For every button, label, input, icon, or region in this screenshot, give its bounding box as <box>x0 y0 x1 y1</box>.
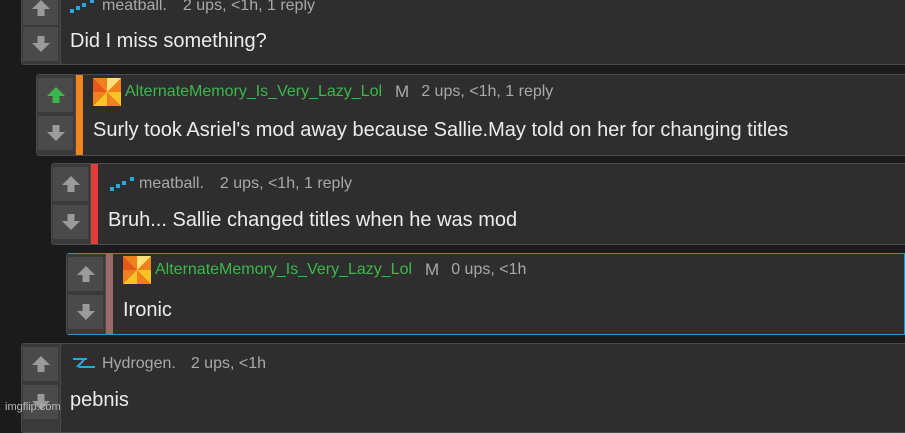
pixel-dots-icon <box>108 174 136 194</box>
arrow-up-icon <box>76 264 96 284</box>
thread-stripe <box>76 75 83 155</box>
downvote-button[interactable] <box>68 295 103 329</box>
mod-badge: M <box>425 260 440 279</box>
comment-author[interactable]: AlternateMemory_Is_Very_Lazy_Lol <box>155 261 412 279</box>
comment-meta: AlternateMemory_Is_Very_Lazy_Lol M 0 ups… <box>123 259 526 281</box>
pinwheel-icon <box>123 256 151 284</box>
comment-author[interactable]: meatball. <box>102 0 167 15</box>
vote-column <box>52 164 91 244</box>
arrow-up-icon <box>61 174 81 194</box>
downvote-button[interactable] <box>53 205 88 239</box>
comment-author[interactable]: AlternateMemory_Is_Very_Lazy_Lol <box>125 83 382 101</box>
arrow-down-icon <box>46 123 66 143</box>
comment-meta: meatball. 2 ups, <1h, 1 reply <box>108 173 352 195</box>
hydrogen-symbol-icon <box>70 354 98 374</box>
comment-stats: 2 ups, <1h, 1 reply <box>421 83 554 100</box>
arrow-down-icon <box>31 34 51 54</box>
pixel-dots-icon <box>68 0 96 16</box>
arrow-up-icon <box>31 0 51 18</box>
comment-meta: meatball. 2 ups, <1h, 1 reply <box>68 0 315 17</box>
vote-column <box>67 254 106 334</box>
arrow-up-icon <box>46 85 66 105</box>
comment-card: AlternateMemory_Is_Very_Lazy_Lol M 2 ups… <box>36 74 905 156</box>
pinwheel-icon <box>93 78 121 106</box>
upvote-button[interactable] <box>23 347 58 381</box>
comment-meta: Hydrogen. 2 ups, <1h <box>70 353 266 375</box>
upvote-button[interactable] <box>23 0 58 25</box>
comment-text: Surly took Asriel's mod away because Sal… <box>93 119 789 141</box>
mod-badge: M <box>395 82 410 101</box>
comment-text: Did I miss something? <box>70 30 267 52</box>
upvote-button[interactable] <box>53 167 88 201</box>
thread-stripe <box>106 254 113 334</box>
arrow-up-icon <box>31 354 51 374</box>
comment-author[interactable]: Hydrogen. <box>102 355 176 373</box>
comment-stats: 2 ups, <1h <box>190 355 266 372</box>
comment-card: AlternateMemory_Is_Very_Lazy_Lol M 0 ups… <box>66 253 905 335</box>
vote-column <box>22 0 61 64</box>
downvote-button[interactable] <box>23 27 58 61</box>
comment-text: pebnis <box>70 389 129 411</box>
thread-stripe <box>91 164 98 244</box>
vote-column <box>22 344 61 432</box>
upvote-button[interactable] <box>68 257 103 291</box>
comment-author[interactable]: meatball. <box>139 175 204 193</box>
downvote-button[interactable] <box>38 116 73 150</box>
arrow-down-icon <box>61 212 81 232</box>
comment-card: meatball. 2 ups, <1h, 1 reply Bruh... Sa… <box>51 163 905 245</box>
arrow-down-icon <box>76 302 96 322</box>
comment-meta: AlternateMemory_Is_Very_Lazy_Lol M 2 ups… <box>93 81 553 103</box>
comment-card: meatball. 2 ups, <1h, 1 reply Did I miss… <box>21 0 905 65</box>
comment-stats: 2 ups, <1h, 1 reply <box>219 175 353 192</box>
comment-text: Bruh... Sallie changed titles when he wa… <box>108 209 518 231</box>
comment-card: Hydrogen. 2 ups, <1h pebnis <box>21 343 905 433</box>
watermark: imgflip.com <box>5 401 61 413</box>
vote-column <box>37 75 76 155</box>
comment-stats: 0 ups, <1h <box>451 261 527 278</box>
upvote-button[interactable] <box>38 78 73 112</box>
comment-stats: 2 ups, <1h, 1 reply <box>182 0 316 14</box>
comment-text: Ironic <box>123 299 172 321</box>
